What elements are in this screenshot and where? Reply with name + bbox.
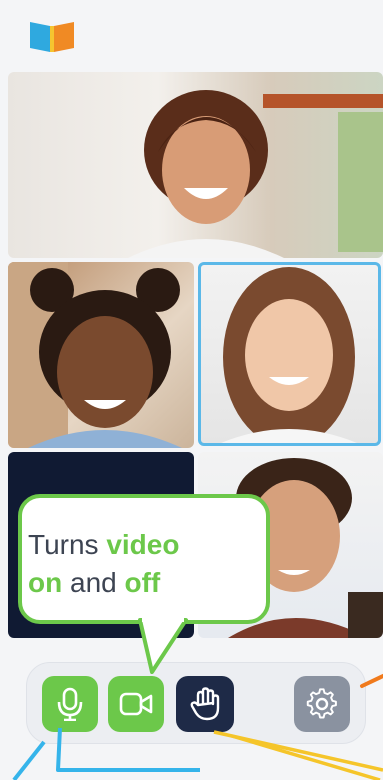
callout-text: Turns video on and off bbox=[28, 529, 180, 598]
annotation-arrows bbox=[12, 616, 383, 780]
